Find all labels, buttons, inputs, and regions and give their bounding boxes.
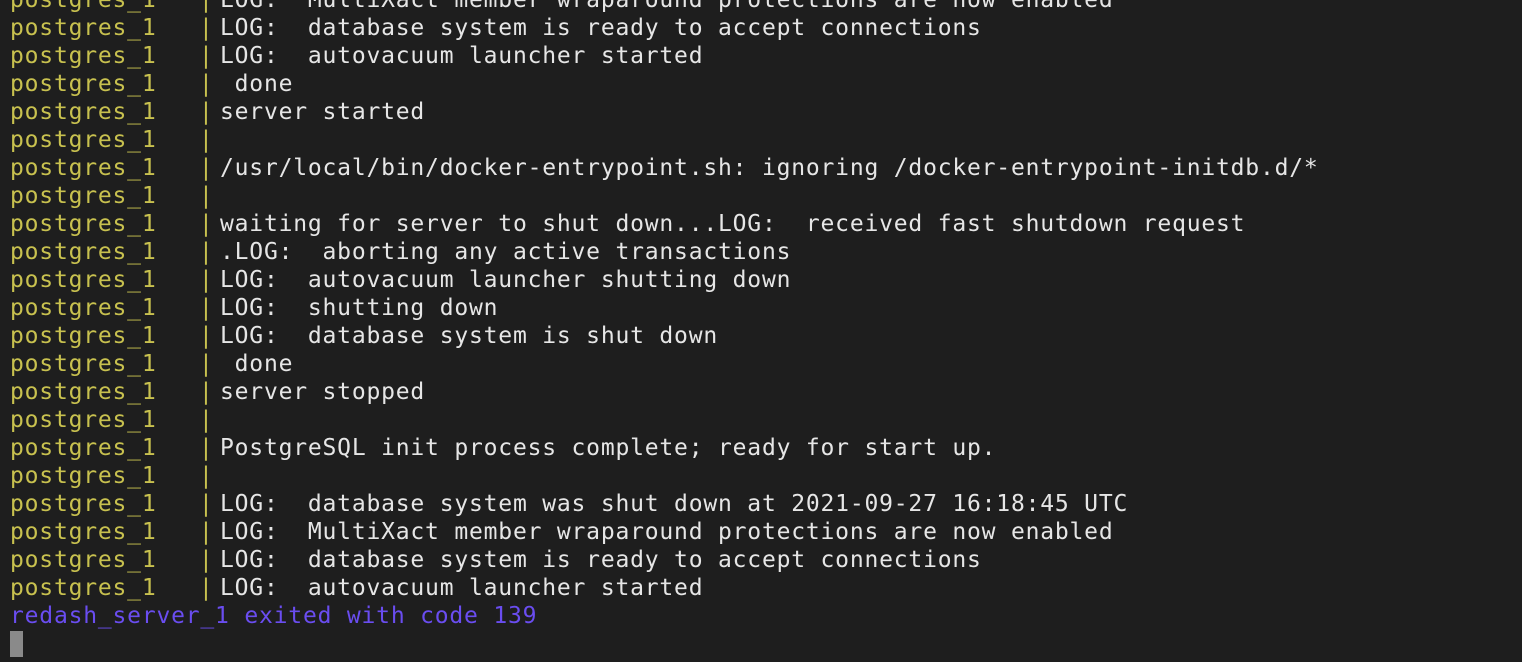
log-separator: | <box>199 71 214 97</box>
log-message: server started <box>220 99 426 125</box>
log-service-name: postgres_1 <box>10 295 157 321</box>
log-line: postgres_1 | LOG: database system is ready… <box>10 14 1319 42</box>
log-message: LOG: database system was shut down at 20… <box>220 491 1129 517</box>
log-service-name: postgres_1 <box>10 435 157 461</box>
log-line: postgres_1 | LOG: shutting down <box>10 294 1319 322</box>
log-separator: | <box>199 379 214 405</box>
log-message: .LOG: aborting any active transactions <box>220 239 792 265</box>
log-service-name: postgres_1 <box>10 127 157 153</box>
log-line: postgres_1 | LOG: database system was shut… <box>10 490 1319 518</box>
log-message: LOG: MultiXact member wraparound protect… <box>220 0 1114 13</box>
log-separator: | <box>199 407 214 433</box>
log-message: LOG: shutting down <box>220 295 499 321</box>
log-service-name: postgres_1 <box>10 351 157 377</box>
log-line: postgres_1 | LOG: database system is ready… <box>10 546 1319 574</box>
log-message: LOG: MultiXact member wraparound protect… <box>220 519 1114 545</box>
log-separator: | <box>199 183 214 209</box>
log-message: server stopped <box>220 379 426 405</box>
log-separator: | <box>199 155 214 181</box>
terminal-output: postgres_1 | LOG: MultiXact member wraparo… <box>10 0 1319 657</box>
log-separator: | <box>199 267 214 293</box>
log-line: postgres_1 | LOG: autovacuum launcher star… <box>10 42 1319 70</box>
log-message: done <box>220 71 294 97</box>
log-line: postgres_1 | <box>10 126 1319 154</box>
log-line: postgres_1 |/usr/local/bin/docker-entrypo… <box>10 154 1319 182</box>
container-exit-message: redash_server_1 exited with code 139 <box>10 603 538 629</box>
log-service-name: postgres_1 <box>10 379 157 405</box>
log-separator: | <box>199 239 214 265</box>
log-separator: | <box>199 323 214 349</box>
log-separator: | <box>199 0 214 13</box>
log-separator: | <box>199 15 214 41</box>
log-separator: | <box>199 99 214 125</box>
log-service-name: postgres_1 <box>10 43 157 69</box>
log-service-name: postgres_1 <box>10 211 157 237</box>
log-service-name: postgres_1 <box>10 463 157 489</box>
log-message: /usr/local/bin/docker-entrypoint.sh: ign… <box>220 155 1319 181</box>
log-service-name: postgres_1 <box>10 15 157 41</box>
terminal-cursor <box>10 631 23 657</box>
log-service-name: postgres_1 <box>10 547 157 573</box>
log-line: postgres_1 | done <box>10 70 1319 98</box>
log-line: postgres_1 | LOG: database system is shut … <box>10 322 1319 350</box>
log-line: postgres_1 | <box>10 406 1319 434</box>
log-separator: | <box>199 435 214 461</box>
log-message: LOG: database system is ready to accept … <box>220 15 982 41</box>
log-separator: | <box>199 463 214 489</box>
log-service-name: postgres_1 <box>10 407 157 433</box>
log-separator: | <box>199 491 214 517</box>
log-line: postgres_1 | LOG: MultiXact member wraparo… <box>10 0 1319 14</box>
log-separator: | <box>199 211 214 237</box>
log-separator: | <box>199 127 214 153</box>
log-separator: | <box>199 519 214 545</box>
log-line: postgres_1 | LOG: autovacuum launcher shut… <box>10 266 1319 294</box>
log-line: postgres_1 | waiting for server to shut do… <box>10 210 1319 238</box>
log-separator: | <box>199 547 214 573</box>
log-service-name: postgres_1 <box>10 239 157 265</box>
log-separator: | <box>199 575 214 601</box>
log-service-name: postgres_1 <box>10 71 157 97</box>
log-message: done <box>220 351 294 377</box>
log-line: postgres_1 | LOG: MultiXact member wraparo… <box>10 518 1319 546</box>
log-service-name: postgres_1 <box>10 519 157 545</box>
log-message: LOG: database system is ready to accept … <box>220 547 982 573</box>
log-separator: | <box>199 351 214 377</box>
log-message: waiting for server to shut down...LOG: r… <box>220 211 1246 237</box>
log-message: PostgreSQL init process complete; ready … <box>220 435 997 461</box>
log-line: postgres_1 | server stopped <box>10 378 1319 406</box>
log-line: postgres_1 | PostgreSQL init process compl… <box>10 434 1319 462</box>
log-service-name: postgres_1 <box>10 183 157 209</box>
log-service-name: postgres_1 <box>10 99 157 125</box>
log-service-name: postgres_1 <box>10 491 157 517</box>
log-message: LOG: autovacuum launcher started <box>220 43 704 69</box>
log-service-name: postgres_1 <box>10 267 157 293</box>
log-line: postgres_1 | .LOG: aborting any active tra… <box>10 238 1319 266</box>
log-separator: | <box>199 295 214 321</box>
log-line: postgres_1 | <box>10 182 1319 210</box>
log-message: LOG: autovacuum launcher shutting down <box>220 267 792 293</box>
log-line: postgres_1 | LOG: autovacuum launcher star… <box>10 574 1319 602</box>
log-separator: | <box>199 43 214 69</box>
log-service-name: postgres_1 <box>10 0 157 13</box>
log-line: postgres_1 | server started <box>10 98 1319 126</box>
log-line: postgres_1 | done <box>10 350 1319 378</box>
terminal-window[interactable]: postgres_1 | LOG: MultiXact member wraparo… <box>0 0 1522 662</box>
log-service-name: postgres_1 <box>10 323 157 349</box>
log-message: LOG: database system is shut down <box>220 323 719 349</box>
log-line: postgres_1 | <box>10 462 1319 490</box>
log-service-name: postgres_1 <box>10 575 157 601</box>
log-message: LOG: autovacuum launcher started <box>220 575 704 601</box>
log-service-name: postgres_1 <box>10 155 157 181</box>
